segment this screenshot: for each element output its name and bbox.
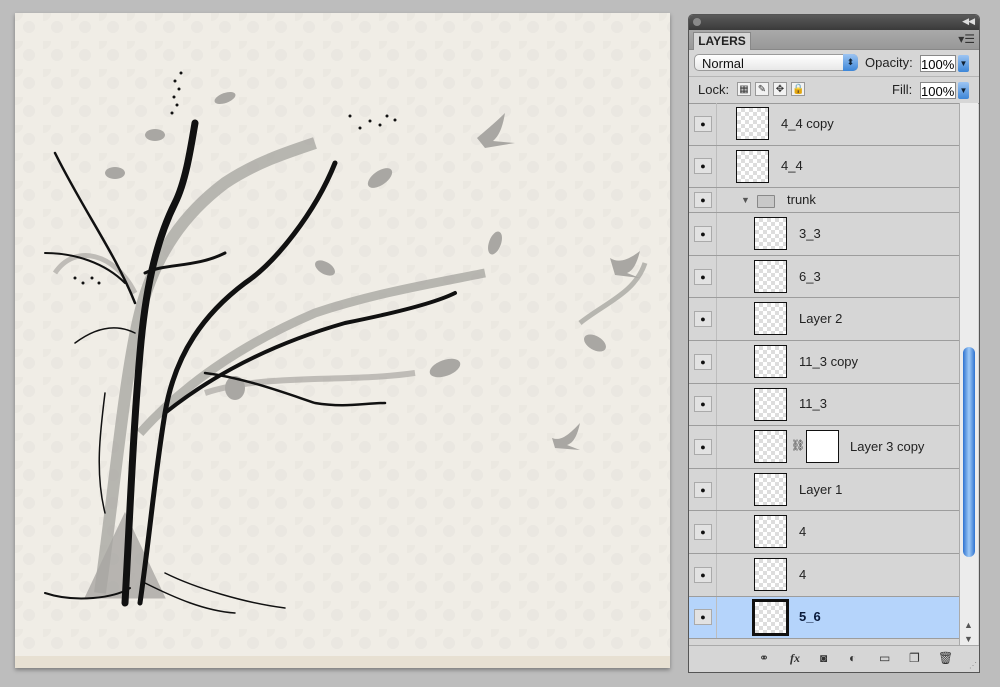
layer-thumbnail [754, 259, 787, 293]
layer-row[interactable]: ● 11_3 [689, 383, 959, 427]
eye-visibility-icon[interactable]: ● [694, 481, 712, 498]
blend-mode-select[interactable]: Normal ⬍ [694, 54, 858, 71]
eye-visibility-icon[interactable]: ● [694, 192, 712, 209]
layer-thumbnail [754, 472, 787, 506]
adjustment-layer-icon[interactable]: ◐ [849, 651, 856, 665]
eye-visibility-icon[interactable]: ● [694, 396, 712, 413]
eye-visibility-icon[interactable]: ● [694, 115, 712, 132]
add-mask-icon[interactable]: ◙ [820, 651, 827, 665]
grey-branches [52, 137, 648, 599]
paper-border-strip [15, 656, 670, 668]
layer-thumbnail [754, 387, 787, 421]
leaves [105, 91, 606, 400]
layer-style-fx-icon[interactable]: fx [790, 651, 800, 666]
layer-thumbnail [736, 149, 769, 183]
eye-visibility-icon[interactable]: ● [694, 438, 712, 455]
eye-visibility-icon[interactable]: ● [694, 225, 712, 242]
new-group-icon[interactable]: ▭ [879, 651, 890, 665]
layer-row[interactable]: ● ⛓ Layer 3 copy [689, 426, 959, 469]
panel-tab-row: LAYERS ▾☰ [689, 30, 979, 50]
document-canvas[interactable] [15, 13, 670, 668]
layer-row[interactable]: ● 4_4 [689, 145, 959, 189]
eye-visibility-icon[interactable]: ● [694, 524, 712, 541]
layer-thumbnail [754, 302, 787, 336]
layer-name: 4 [799, 524, 807, 540]
fill-field[interactable]: 100% [920, 82, 956, 99]
opacity-dropdown-icon[interactable]: ▼ [958, 55, 969, 72]
eye-visibility-icon[interactable]: ● [694, 566, 712, 583]
double-chevron-icon[interactable]: ◀◀ [962, 16, 975, 27]
blend-opacity-row: Normal ⬍ Opacity: 100% ▼ [689, 50, 979, 77]
layer-name: Layer 1 [799, 481, 843, 497]
layer-name: 4 [799, 566, 807, 582]
eye-visibility-icon[interactable]: ● [694, 268, 712, 285]
layer-mask-thumbnail[interactable] [806, 430, 839, 464]
folder-icon [757, 195, 775, 209]
eye-visibility-icon[interactable]: ● [694, 609, 712, 626]
layer-thumbnail [736, 107, 769, 140]
layer-thumbnail [754, 430, 787, 464]
artwork [44, 71, 648, 614]
layer-name: 3_3 [799, 225, 821, 241]
close-dot-icon[interactable] [693, 18, 701, 26]
layer-row[interactable]: ● 3_3 [689, 213, 959, 256]
delete-layer-icon[interactable]: 🗑 [938, 651, 953, 665]
layers-panel: ◀◀ LAYERS ▾☰ Normal ⬍ Opacity: 100% ▼ Lo… [688, 14, 980, 673]
scroll-down-arrow-icon[interactable]: ▼ [964, 634, 973, 644]
layer-row[interactable]: ● Layer 1 [689, 468, 959, 512]
tab-layers[interactable]: LAYERS [693, 32, 751, 50]
layers-list: ● 4_4 copy ● 4_4 ● ▼ trunk ● 3_3 ● 6_3 ● [689, 103, 959, 646]
panel-menu-icon[interactable]: ▾☰ [958, 32, 975, 46]
layer-name: 4_4 copy [781, 115, 834, 131]
link-layers-icon[interactable]: ⚭ [759, 651, 769, 665]
scroll-up-arrow-icon[interactable]: ▲ [964, 620, 973, 630]
layer-row-selected[interactable]: ● 5_6 [689, 596, 959, 640]
layer-thumbnail [754, 217, 787, 251]
fill-dropdown-icon[interactable]: ▼ [958, 82, 969, 99]
layer-name: 5_6 [799, 609, 821, 625]
birds [477, 113, 640, 450]
layer-name: 11_3 copy [799, 353, 859, 369]
layer-thumbnail [754, 557, 787, 591]
layers-scrollbar[interactable]: ▲ ▼ [959, 103, 978, 646]
opacity-field[interactable]: 100% [920, 55, 956, 72]
scrollbar-thumb[interactable] [963, 347, 975, 557]
lock-fill-row: Lock: ▦ ✎ ✥ 🔒 Fill: 100% ▼ [689, 77, 979, 104]
layer-thumbnail [754, 344, 787, 378]
panel-titlebar[interactable]: ◀◀ [689, 15, 979, 30]
layer-name: 6_3 [799, 268, 821, 284]
lock-label: Lock: [698, 82, 730, 97]
layer-thumbnail [754, 515, 787, 549]
layer-row[interactable]: ● 4_4 copy [689, 103, 959, 146]
eye-visibility-icon[interactable]: ● [694, 353, 712, 370]
blend-mode-value: Normal [702, 56, 744, 71]
layer-name: Layer 3 copy [850, 438, 925, 454]
layer-row[interactable]: ● 4 [689, 511, 959, 554]
layer-row[interactable]: ● 6_3 [689, 255, 959, 299]
eye-visibility-icon[interactable]: ● [694, 311, 712, 328]
expand-triangle-icon[interactable]: ▼ [741, 195, 750, 205]
fill-label: Fill: [892, 82, 913, 97]
mask-link-chain-icon[interactable]: ⛓ [791, 439, 805, 452]
lock-transparent-pixels-icon[interactable]: ▦ [737, 82, 751, 96]
layer-name: Layer 2 [799, 311, 843, 327]
layer-thumbnail [752, 598, 789, 636]
lock-position-icon[interactable]: ✥ [773, 82, 787, 96]
lock-all-icon[interactable]: 🔒 [791, 82, 805, 96]
layer-group-row[interactable]: ● ▼ trunk [689, 188, 959, 214]
layer-name: 4_4 [781, 158, 803, 174]
layer-row[interactable]: ● Layer 2 [689, 298, 959, 341]
opacity-label: Opacity: [865, 55, 913, 70]
layer-row[interactable]: ● 11_3 copy [689, 340, 959, 384]
resize-grip-icon[interactable]: ⋰ [969, 661, 977, 670]
select-arrows-icon: ⬍ [843, 54, 858, 71]
layers-bottom-toolbar: ⚭ fx ◙ ◐ ▭ ❐ 🗑 ⋰ [689, 645, 979, 672]
layer-row[interactable]: ● 4 [689, 553, 959, 597]
new-layer-icon[interactable]: ❐ [909, 651, 920, 665]
lock-image-pixels-icon[interactable]: ✎ [755, 82, 769, 96]
layer-name: 11_3 [799, 396, 827, 412]
eye-visibility-icon[interactable]: ● [694, 158, 712, 175]
group-name: trunk [787, 192, 816, 208]
